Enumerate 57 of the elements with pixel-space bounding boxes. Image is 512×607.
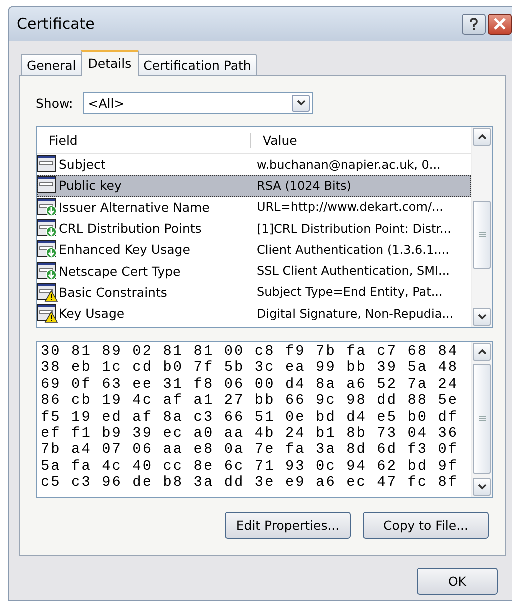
scroll-up-icon	[478, 134, 486, 140]
list-row[interactable]: Basic Constraints Subject Type=End Entity, Pat...	[37, 282, 471, 304]
hex-line: 5a fa 4c 40 cc 8e 6c 71 93 0c 94 62 bd 9f	[41, 458, 460, 476]
column-header[interactable]: Field	[37, 132, 251, 148]
scrollbar[interactable]	[471, 127, 492, 327]
value-text-area[interactable]	[36, 341, 493, 498]
close-icon	[494, 18, 506, 30]
window-title: Certificate	[17, 15, 96, 33]
action-button[interactable]: Edit Properties...	[225, 512, 351, 539]
list-row[interactable]: CRL Distribution Points [1]CRL Distribution Point: Distr...	[37, 218, 471, 240]
tab[interactable]: Certification Path	[138, 54, 258, 75]
list-row[interactable]: Public key RSA (1024 Bits)	[37, 175, 471, 197]
list-row[interactable]: Issuer Alternative Name URL=http://www.dekart.com/...	[37, 196, 471, 218]
list-row[interactable]: Key Usage Digital Signature, Non-Repudia...	[37, 303, 471, 324]
field-value: RSA (1024 Bits)	[257, 178, 352, 193]
field-value: URL=http://www.dekart.com/...	[257, 200, 444, 214]
field-name: Public key	[59, 178, 122, 194]
column-header[interactable]: Value	[251, 132, 298, 148]
field-value: SSL Client Authentication, SMI...	[257, 264, 450, 278]
hex-line: c5 c3 96 de b8 3a dd 3e e9 a6 ec 47 fc 8f	[41, 475, 460, 492]
field-name: Key Usage	[59, 306, 125, 322]
help-icon	[469, 18, 479, 30]
help-button[interactable]	[462, 14, 486, 34]
ok-button[interactable]: OK	[417, 568, 498, 595]
tab[interactable]: General	[21, 54, 82, 75]
field-value: [1]CRL Distribution Point: Distr...	[257, 222, 452, 236]
field-name: Issuer Alternative Name	[59, 200, 210, 215]
tab[interactable]: Details	[81, 50, 139, 76]
field-name: Enhanced Key Usage	[59, 242, 190, 258]
action-button[interactable]: Copy to File...	[363, 512, 489, 539]
hex-line: 69 0f 63 ee 31 f8 06 00 d4 8a a6 52 7a 24	[41, 376, 460, 394]
show-label: Show:	[36, 96, 74, 110]
close-button[interactable]	[488, 14, 512, 34]
field-name: CRL Distribution Points	[59, 221, 202, 236]
scroll-up-icon	[478, 349, 486, 355]
show-dropdown[interactable]: <All>	[83, 92, 314, 114]
field-name: Basic Constraints	[59, 284, 168, 300]
hex-line: 7b a4 07 06 aa e8 0a 7e fa 3a 8d 6d f3 0f	[41, 442, 460, 459]
hex-line: 86 cb 19 4c af a1 27 bb 66 9c 98 dd 88 5e	[41, 393, 460, 410]
hex-line: 30 81 89 02 81 81 00 c8 f9 7b fa c7 68 84	[41, 344, 460, 360]
field-name: Subject	[59, 157, 106, 172]
grip-icon	[478, 416, 486, 422]
field-value: Client Authentication (1.3.6.1....	[257, 242, 450, 257]
list-row[interactable]: Enhanced Key Usage Client Authentication (1.3.6.1....	[37, 239, 471, 260]
list-row[interactable]: Subject w.buchanan@napier.ac.uk, 0...	[37, 154, 471, 176]
field-value: Digital Signature, Non-Repudia...	[257, 306, 454, 321]
grip-icon	[478, 232, 486, 238]
scrollbar[interactable]	[471, 342, 492, 497]
hex-line: 38 eb 1c cd b0 7f 5b 3c ea 99 bb 39 5a 48	[41, 360, 460, 377]
hex-line: f5 19 ed af 8a c3 66 51 0e bd d4 e5 b0 df	[41, 410, 460, 426]
scroll-down-icon	[478, 314, 486, 320]
field-name: Netscape Cert Type	[59, 264, 181, 279]
scroll-down-icon	[478, 484, 486, 490]
field-value: Subject Type=End Entity, Pat...	[257, 285, 443, 300]
hex-line: ef f1 b9 39 ec a0 aa 4b 24 b1 8b 73 04 36	[41, 426, 460, 442]
list-row[interactable]: Netscape Cert Type SSL Client Authentication, SMI...	[37, 260, 471, 282]
field-value: w.buchanan@napier.ac.uk, 0...	[257, 158, 441, 172]
